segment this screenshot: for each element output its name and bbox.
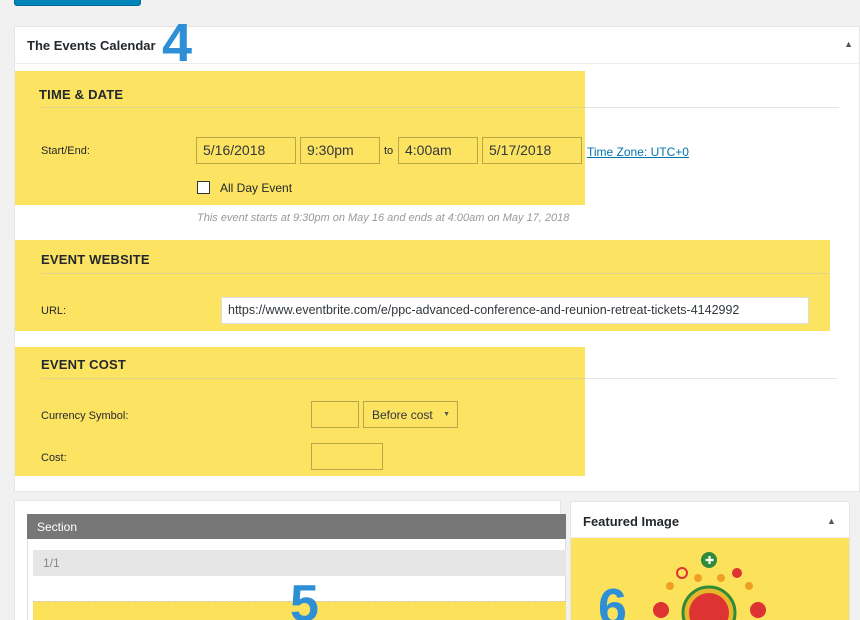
end-time-input[interactable]: 4:00am (398, 137, 478, 164)
event-website-title: EVENT WEBSITE (41, 252, 150, 267)
currency-position-value: Before cost (372, 408, 433, 422)
start-time-input[interactable]: 9:30pm (300, 137, 380, 164)
end-date-input[interactable]: 5/17/2018 (482, 137, 582, 164)
metabox-header: The Events Calendar ▲ (15, 27, 859, 64)
step-number-6: 6 (598, 579, 627, 620)
publish-button[interactable] (14, 0, 141, 6)
event-schedule-helptext: This event starts at 9:30pm on May 16 an… (197, 212, 570, 224)
all-day-label: All Day Event (220, 181, 293, 195)
svg-text:✚: ✚ (705, 554, 714, 567)
row-label[interactable]: 1/1 (33, 550, 566, 576)
to-label: to (384, 145, 394, 157)
start-end-label: Start/End: (41, 145, 90, 157)
currency-symbol-label: Currency Symbol: (41, 410, 129, 422)
cost-input[interactable] (311, 443, 383, 470)
all-day-checkbox[interactable] (197, 181, 210, 194)
featured-image-title: Featured Image (583, 514, 680, 529)
metabox-title: The Events Calendar (27, 38, 156, 53)
url-input[interactable]: https://www.eventbrite.com/e/ppc-advance… (221, 297, 809, 324)
currency-symbol-input[interactable] (311, 401, 359, 428)
step-number-4: 4 (162, 13, 193, 73)
timezone-link[interactable]: Time Zone: UTC+0 (587, 145, 689, 159)
event-cost-divider-right (585, 378, 837, 379)
section-header[interactable]: Section (27, 514, 566, 539)
time-date-divider (39, 107, 585, 108)
collapse-arrow-icon[interactable]: ▲ (827, 516, 836, 526)
url-label: URL: (41, 305, 67, 317)
collapse-arrow-icon[interactable]: ▲ (844, 39, 853, 49)
time-date-title: TIME & DATE (39, 87, 124, 102)
currency-position-select[interactable]: Before cost ▼ (363, 401, 458, 428)
time-date-divider-right (585, 107, 839, 108)
event-cost-title: EVENT COST (41, 357, 127, 372)
event-website-divider (41, 273, 830, 274)
event-cost-divider (41, 378, 585, 379)
cost-label: Cost: (41, 452, 67, 464)
step-number-5: 5 (290, 575, 319, 620)
chevron-down-icon: ▼ (443, 411, 450, 418)
start-date-input[interactable]: 5/16/2018 (196, 137, 296, 164)
